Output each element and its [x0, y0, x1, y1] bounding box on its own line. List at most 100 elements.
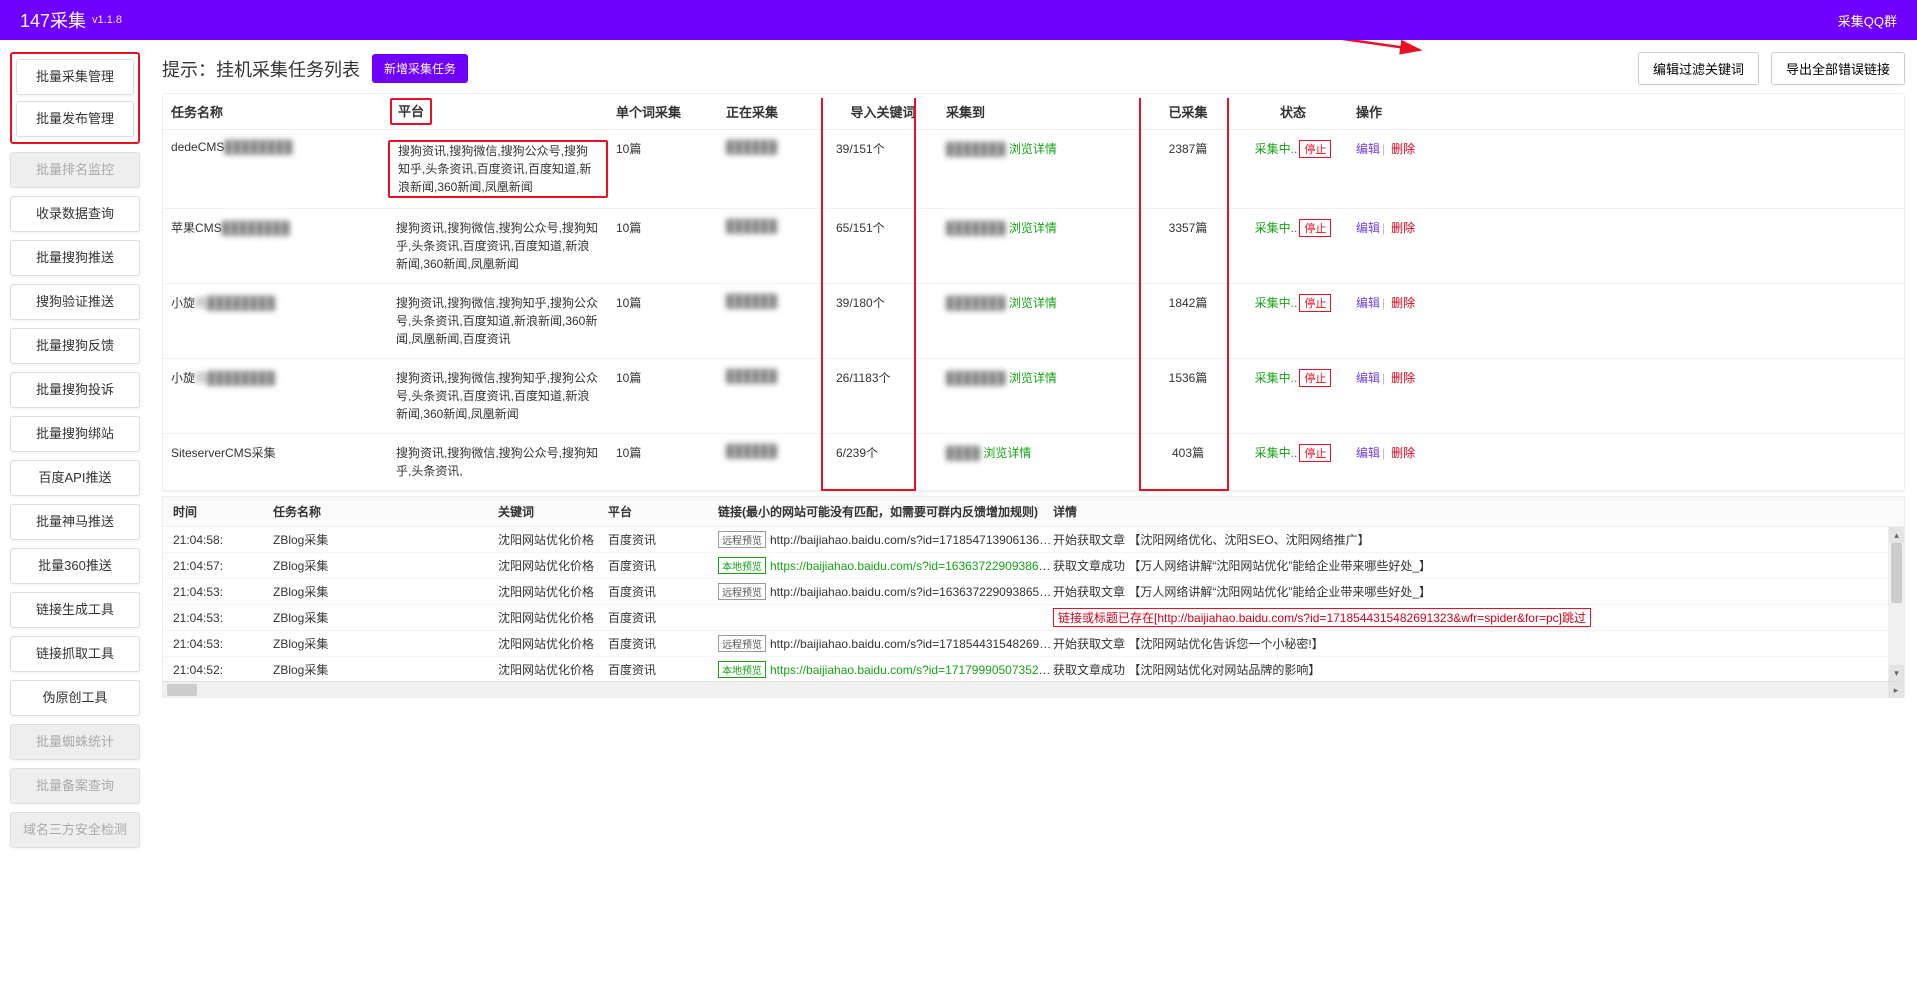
cell-name: SiteserverCMS采集 [163, 444, 388, 461]
browse-link[interactable]: 浏览详情 [1009, 221, 1057, 235]
cell-status: 采集中..停止 [1238, 140, 1348, 158]
th-platform: 平台 [388, 102, 608, 122]
log-row: 21:04:53:ZBlog采集沈阳网站优化价格百度资讯远程预览http://b… [163, 631, 1904, 657]
lh-time: 时间 [163, 503, 273, 520]
log-detail: 链接或标题已存在[http://baijiahao.baidu.com/s?id… [1053, 608, 1904, 627]
remote-tag[interactable]: 远程预览 [718, 635, 766, 652]
log-task: ZBlog采集 [273, 557, 498, 574]
lh-detail: 详情 [1053, 503, 1904, 520]
cell-ops: 编辑|删除 [1348, 444, 1458, 461]
sidebar-item-9[interactable]: 批量360推送 [10, 548, 140, 584]
stop-button[interactable]: 停止 [1299, 294, 1331, 312]
cell-single: 10篇 [608, 369, 718, 386]
browse-link[interactable]: 浏览详情 [1009, 296, 1057, 310]
log-keyword: 沈阳网站优化价格 [498, 661, 608, 678]
sidebar-item-12[interactable]: 伪原创工具 [10, 680, 140, 716]
sidebar-item-6[interactable]: 批量搜狗绑站 [10, 416, 140, 452]
log-link[interactable]: 本地预览https://baijiahao.baidu.com/s?id=163… [718, 557, 1053, 574]
log-time: 21:04:58: [163, 533, 273, 547]
sidebar-highlight-group: 批量采集管理 批量发布管理 [10, 52, 140, 144]
delete-link[interactable]: 删除 [1391, 371, 1415, 385]
edit-link[interactable]: 编辑 [1356, 446, 1380, 460]
log-link[interactable]: 远程预览http://baijiahao.baidu.com/s?id=1718… [718, 531, 1053, 548]
log-row: 21:04:53:ZBlog采集沈阳网站优化价格百度资讯远程预览http://b… [163, 579, 1904, 605]
log-link[interactable]: 本地预览https://baijiahao.baidu.com/s?id=171… [718, 661, 1053, 678]
sidebar-item-4[interactable]: 批量搜狗反馈 [10, 328, 140, 364]
browse-link[interactable]: 浏览详情 [1009, 142, 1057, 156]
log-row: 21:04:58:ZBlog采集沈阳网站优化价格百度资讯远程预览http://b… [163, 527, 1904, 553]
stop-button[interactable]: 停止 [1299, 444, 1331, 462]
cell-platform: 搜狗资讯,搜狗微信,搜狗知乎,搜狗公众号,头条资讯,百度资讯,百度知道,新浪新闻… [388, 369, 608, 423]
cell-status: 采集中..停止 [1238, 294, 1348, 312]
sidebar-item-1[interactable]: 收录数据查询 [10, 196, 140, 232]
sidebar-item-13: 批量蜘蛛统计 [10, 724, 140, 760]
edit-link[interactable]: 编辑 [1356, 142, 1380, 156]
stop-button[interactable]: 停止 [1299, 369, 1331, 387]
sidebar-item-publish-manage[interactable]: 批量发布管理 [16, 101, 134, 137]
sidebar-item-collect-manage[interactable]: 批量采集管理 [16, 59, 134, 95]
log-vscrollbar[interactable]: ▴ ▾ [1888, 527, 1904, 681]
qq-group-link[interactable]: 采集QQ群 [1838, 11, 1897, 30]
add-task-button[interactable]: 新增采集任务 [372, 54, 468, 83]
page-title: 提示：挂机采集任务列表 [162, 56, 360, 82]
log-hscrollbar[interactable]: ▸ [163, 681, 1904, 697]
sidebar-item-3[interactable]: 搜狗验证推送 [10, 284, 140, 320]
cell-name: 小旋风████████ [163, 294, 388, 311]
table-row: 小旋风████████搜狗资讯,搜狗微信,搜狗知乎,搜狗公众号,头条资讯,百度知… [163, 284, 1904, 359]
sidebar-item-5[interactable]: 批量搜狗投诉 [10, 372, 140, 408]
stop-button[interactable]: 停止 [1299, 140, 1331, 158]
sidebar-item-11[interactable]: 链接抓取工具 [10, 636, 140, 672]
export-errors-button[interactable]: 导出全部错误链接 [1771, 52, 1905, 85]
cell-name: dedeCMS████████ [163, 140, 388, 154]
log-time: 21:04:53: [163, 585, 273, 599]
browse-link[interactable]: 浏览详情 [983, 446, 1031, 460]
log-platform: 百度资讯 [608, 609, 718, 626]
delete-link[interactable]: 删除 [1391, 446, 1415, 460]
log-row: 21:04:52:ZBlog采集沈阳网站优化价格百度资讯本地预览https://… [163, 657, 1904, 681]
cell-target: ███████ 浏览详情 [938, 294, 1138, 311]
edit-link[interactable]: 编辑 [1356, 221, 1380, 235]
log-detail: 开始获取文章 【沈阳网络优化、沈阳SEO、沈阳网络推广】 [1053, 531, 1904, 548]
sidebar-item-2[interactable]: 批量搜狗推送 [10, 240, 140, 276]
cell-target: ███████ 浏览详情 [938, 369, 1138, 386]
log-platform: 百度资讯 [608, 583, 718, 600]
cell-platform: 搜狗资讯,搜狗微信,搜狗公众号,搜狗知乎,头条资讯,百度资讯,百度知道,新浪新闻… [388, 140, 608, 198]
cell-name: 苹果CMS████████ [163, 219, 388, 236]
stop-button[interactable]: 停止 [1299, 219, 1331, 237]
hscroll-thumb[interactable] [167, 684, 197, 696]
browse-link[interactable]: 浏览详情 [1009, 371, 1057, 385]
scroll-right-icon[interactable]: ▸ [1888, 682, 1904, 698]
sidebar-item-10[interactable]: 链接生成工具 [10, 592, 140, 628]
cell-running: ██████ [718, 219, 828, 233]
import-col-highlight [821, 98, 916, 491]
remote-tag[interactable]: 远程预览 [718, 583, 766, 600]
log-link[interactable]: 远程预览http://baijiahao.baidu.com/s?id=1636… [718, 583, 1053, 600]
local-tag[interactable]: 本地预览 [718, 557, 766, 574]
delete-link[interactable]: 删除 [1391, 221, 1415, 235]
scroll-up-icon[interactable]: ▴ [1889, 527, 1904, 543]
edit-link[interactable]: 编辑 [1356, 371, 1380, 385]
log-platform: 百度资讯 [608, 661, 718, 678]
edit-link[interactable]: 编辑 [1356, 296, 1380, 310]
log-time: 21:04:57: [163, 559, 273, 573]
th-running: 正在采集 [718, 102, 828, 121]
sidebar-item-7[interactable]: 百度API推送 [10, 460, 140, 496]
vscroll-thumb[interactable] [1891, 543, 1902, 603]
delete-link[interactable]: 删除 [1391, 296, 1415, 310]
cell-platform: 搜狗资讯,搜狗微信,搜狗公众号,搜狗知乎,头条资讯, [388, 444, 608, 480]
delete-link[interactable]: 删除 [1391, 142, 1415, 156]
sidebar-item-8[interactable]: 批量神马推送 [10, 504, 140, 540]
log-keyword: 沈阳网站优化价格 [498, 609, 608, 626]
remote-tag[interactable]: 远程预览 [718, 531, 766, 548]
filter-keywords-button[interactable]: 编辑过滤关键词 [1638, 52, 1759, 85]
cell-running: ██████ [718, 369, 828, 383]
local-tag[interactable]: 本地预览 [718, 661, 766, 678]
lh-platform: 平台 [608, 503, 718, 520]
log-link[interactable]: 远程预览http://baijiahao.baidu.com/s?id=1718… [718, 635, 1053, 652]
sidebar-item-14: 批量备案查询 [10, 768, 140, 804]
scroll-down-icon[interactable]: ▾ [1889, 665, 1904, 681]
cell-ops: 编辑|删除 [1348, 219, 1458, 236]
log-body[interactable]: 21:04:58:ZBlog采集沈阳网站优化价格百度资讯远程预览http://b… [163, 527, 1904, 681]
th-name: 任务名称 [163, 102, 388, 121]
log-row: 21:04:57:ZBlog采集沈阳网站优化价格百度资讯本地预览https://… [163, 553, 1904, 579]
